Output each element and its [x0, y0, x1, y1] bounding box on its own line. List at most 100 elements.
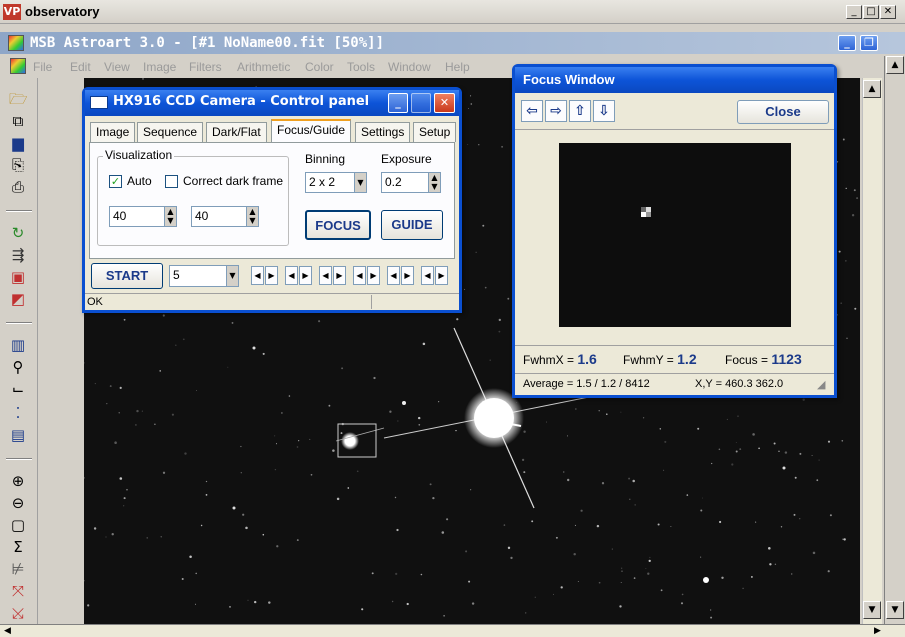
scroll-up-arrow[interactable]: ▲: [863, 80, 881, 98]
tab-sequence[interactable]: Sequence: [137, 122, 204, 142]
down-arrow-icon[interactable]: ⇩: [593, 100, 615, 122]
print-icon[interactable]: ⎙: [9, 178, 27, 196]
nav-left-arrow-4[interactable]: ◀: [353, 266, 366, 285]
nav-right-arrow-4[interactable]: ▶: [367, 266, 380, 285]
points-icon[interactable]: ⁚: [9, 404, 27, 422]
tab-focus-guide[interactable]: Focus/Guide: [271, 119, 352, 143]
chevron-down-icon[interactable]: ▼: [226, 266, 238, 286]
tab-image[interactable]: Image: [90, 122, 136, 142]
faint-star: [247, 599, 249, 601]
menu-file[interactable]: File: [33, 60, 52, 74]
copy-icon[interactable]: ⧉: [9, 112, 27, 130]
vis-high-input[interactable]: 40 ▲ ▼: [191, 206, 259, 227]
save-icon[interactable]: ▆: [9, 134, 27, 152]
menu-window[interactable]: Window: [388, 60, 431, 74]
menu-filters[interactable]: Filters: [189, 60, 222, 74]
scroll-right-arrow[interactable]: ▶: [874, 626, 881, 636]
menu-view[interactable]: View: [104, 60, 130, 74]
sum-icon[interactable]: Σ: [9, 538, 27, 556]
menu-color[interactable]: Color: [305, 60, 334, 74]
maximize-button[interactable]: □: [863, 5, 879, 19]
histogram-icon[interactable]: ▥: [9, 336, 27, 354]
align-icon[interactable]: ⇶: [9, 246, 27, 264]
zoom-out-icon[interactable]: ⊖: [9, 494, 27, 512]
nav-left-arrow-3[interactable]: ◀: [319, 266, 332, 285]
faint-star: [853, 189, 856, 192]
outer-vertical-scrollbar[interactable]: ▲ ▼: [884, 56, 905, 637]
rgb-icon[interactable]: ◩: [9, 290, 27, 308]
vertical-scrollbar[interactable]: ▲ ▼: [862, 78, 882, 624]
vis-low-spinner[interactable]: ▲ ▼: [164, 207, 176, 226]
nav-left-arrow-2[interactable]: ◀: [285, 266, 298, 285]
guide-button[interactable]: GUIDE: [381, 210, 443, 240]
menu-arithmetic[interactable]: Arithmetic: [237, 60, 290, 74]
scroll-left-arrow[interactable]: ◀: [4, 626, 11, 636]
document-icon[interactable]: ▤: [9, 426, 27, 444]
nav-right-arrow-2[interactable]: ▶: [299, 266, 312, 285]
focus-button[interactable]: FOCUS: [305, 210, 371, 240]
faint-star: [184, 452, 187, 455]
menu-help[interactable]: Help: [445, 60, 470, 74]
menu-image[interactable]: Image: [143, 60, 176, 74]
zoom-icon[interactable]: ⚲: [9, 358, 27, 376]
control-panel-title-bar[interactable]: HX916 CCD Camera - Control panel _ ✕: [85, 90, 459, 116]
close-button[interactable]: Close: [737, 100, 829, 124]
nav-left-arrow-1[interactable]: ◀: [251, 266, 264, 285]
resize-grip-icon[interactable]: ◢: [817, 378, 825, 391]
expand-icon[interactable]: ⤧: [9, 582, 27, 600]
count-select[interactable]: 5 ▼: [169, 265, 239, 287]
refresh-icon[interactable]: ↻: [9, 224, 27, 242]
mdi-restore-button[interactable]: ❐: [860, 35, 878, 51]
vis-high-spinner[interactable]: ▲ ▼: [246, 207, 258, 226]
faint-star: [845, 187, 847, 190]
paste-icon[interactable]: ⎘: [9, 156, 27, 174]
cp-maximize-button[interactable]: [411, 93, 431, 113]
auto-checkbox[interactable]: ✓: [109, 175, 122, 188]
layers-icon[interactable]: ▣: [9, 268, 27, 286]
mdi-minimize-button[interactable]: _: [838, 35, 856, 51]
fit-icon[interactable]: ▢: [9, 516, 27, 534]
faint-star: [123, 505, 125, 507]
nav-right-arrow-1[interactable]: ▶: [265, 266, 278, 285]
scroll-down-arrow[interactable]: ▼: [863, 601, 881, 619]
right-arrow-icon[interactable]: ⇨: [545, 100, 567, 122]
outer-scroll-down-arrow[interactable]: ▼: [886, 601, 904, 619]
exposure-input[interactable]: 0.2 ▲ ▼: [381, 172, 441, 193]
up-arrow-icon[interactable]: ⇧: [569, 100, 591, 122]
correct-dark-checkbox[interactable]: [165, 175, 178, 188]
faint-star: [829, 514, 832, 517]
zoom-in-icon[interactable]: ⊕: [9, 472, 27, 490]
menu-edit[interactable]: Edit: [70, 60, 91, 74]
nav-left-arrow-6[interactable]: ◀: [421, 266, 434, 285]
flip-icon[interactable]: ⊭: [9, 560, 27, 578]
nav-right-arrow-6[interactable]: ▶: [435, 266, 448, 285]
curve-icon[interactable]: ⌙: [9, 380, 27, 398]
vis-low-input[interactable]: 40 ▲ ▼: [109, 206, 177, 227]
exposure-spinner[interactable]: ▲ ▼: [428, 173, 440, 192]
shrink-icon[interactable]: ⤩: [9, 604, 27, 622]
focus-window-title-bar[interactable]: Focus Window: [515, 67, 834, 93]
nav-left-arrow-5[interactable]: ◀: [387, 266, 400, 285]
start-button[interactable]: START: [91, 263, 163, 289]
binning-select[interactable]: 2 x 2 ▼: [305, 172, 367, 193]
faint-star: [119, 386, 122, 389]
tab-settings[interactable]: Settings: [355, 122, 411, 142]
chevron-down-icon[interactable]: ▼: [354, 173, 366, 192]
outer-scroll-up-arrow[interactable]: ▲: [886, 56, 904, 74]
faint-star: [598, 581, 601, 584]
horizontal-scrollbar[interactable]: ◀ ▶: [0, 624, 905, 637]
cp-minimize-button[interactable]: _: [388, 93, 408, 113]
left-arrow-icon[interactable]: ⇦: [521, 100, 543, 122]
close-button[interactable]: ✕: [880, 5, 896, 19]
open-icon[interactable]: 🗁: [9, 90, 28, 108]
cp-close-button[interactable]: ✕: [434, 93, 455, 113]
menu-tools[interactable]: Tools: [347, 60, 375, 74]
nav-right-arrow-3[interactable]: ▶: [333, 266, 346, 285]
tab-dark-flat[interactable]: Dark/Flat: [206, 122, 267, 142]
focus-star-preview[interactable]: [559, 143, 791, 327]
minimize-button[interactable]: _: [846, 5, 862, 19]
faint-star: [802, 398, 805, 401]
faint-star: [811, 454, 813, 457]
nav-right-arrow-5[interactable]: ▶: [401, 266, 414, 285]
tab-setup[interactable]: Setup: [413, 122, 457, 142]
